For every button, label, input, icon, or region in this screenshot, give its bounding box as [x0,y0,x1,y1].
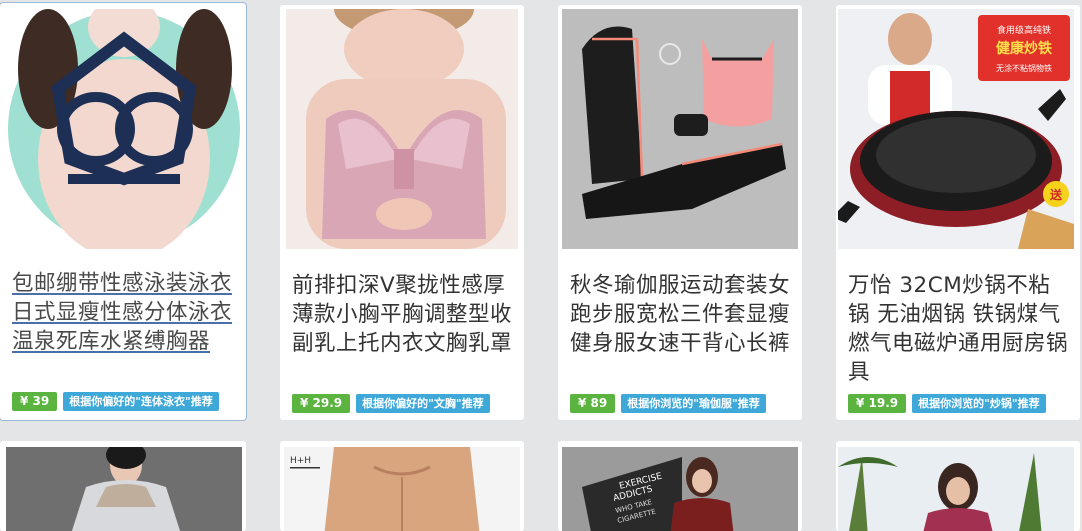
product-title[interactable]: 秋冬瑜伽服运动套装女跑步服宽松三件套显瘦健身服女速干背心长裤 [570,271,790,358]
yoga-set-photo [562,9,798,249]
fashion-street-photo: EXERCISE ADDICTS WHO TAKE CIGARETTE [562,447,798,531]
product-title[interactable]: 包邮绷带性感泳装泳衣日式显瘦性感分体泳衣温泉死库水紧缚胸器 [12,269,234,356]
price-badge: ¥ 39 [12,392,58,411]
recommend-reason-badge: 根据你偏好的"连体泳衣"推荐 [63,392,219,411]
product-image[interactable] [8,9,240,249]
swimsuit-photo [8,9,240,249]
wok-badge-text: 送 [1049,187,1063,202]
wok-photo: 食用级高纯铁 健康炒铁 无涂不粘锅物铁 送 [838,9,1074,249]
recommend-reason-badge: 根据你浏览的"瑜伽服"推荐 [621,394,766,413]
beach-outfit-photo [838,447,1074,531]
coat-photo [6,447,242,531]
product-title[interactable]: 前排扣深V聚拢性感厚薄款小胸平胸调整型收副乳上托内衣文胸乳罩 [292,271,512,358]
product-card-8[interactable] [836,441,1080,531]
price-badge: ¥ 29.9 [292,394,351,413]
price-badge: ¥ 89 [570,394,616,413]
bra-photo [286,9,518,249]
product-card-1[interactable]: 包邮绷带性感泳装泳衣日式显瘦性感分体泳衣温泉死库水紧缚胸器 ¥ 39 根据你偏好… [0,2,247,421]
barcode-text: H+H [290,456,311,466]
product-image[interactable] [562,9,798,249]
wok-ad-line1: 食用级高纯铁 [997,24,1051,36]
product-image[interactable] [286,9,518,249]
product-image[interactable]: EXERCISE ADDICTS WHO TAKE CIGARETTE [562,447,798,531]
wok-ad-line2: 健康炒铁 [996,40,1052,57]
product-image[interactable]: H+H [284,447,520,531]
price-badge: ¥ 19.9 [848,394,907,413]
product-card-5[interactable] [0,441,246,531]
product-title[interactable]: 万怡 32CM炒锅不粘锅 无油烟锅 铁锅煤气燃气电磁炉通用厨房锅具 [848,271,1068,387]
recommend-reason-badge: 根据你偏好的"文胸"推荐 [356,394,490,413]
product-image[interactable] [838,447,1074,531]
product-card-7[interactable]: EXERCISE ADDICTS WHO TAKE CIGARETTE [558,441,802,531]
product-image[interactable]: 食用级高纯铁 健康炒铁 无涂不粘锅物铁 送 [838,9,1074,249]
product-card-6[interactable]: H+H [280,441,524,531]
wok-ad-line3: 无涂不粘锅物铁 [996,63,1052,73]
product-card-4[interactable]: 食用级高纯铁 健康炒铁 无涂不粘锅物铁 送 万怡 32CM炒锅不粘锅 无油烟锅 … [836,5,1080,420]
underwear-model-photo: H+H [284,447,520,531]
product-image[interactable] [6,447,242,531]
recommend-reason-badge: 根据你浏览的"炒锅"推荐 [912,394,1046,413]
product-card-3[interactable]: 秋冬瑜伽服运动套装女跑步服宽松三件套显瘦健身服女速干背心长裤 ¥ 89 根据你浏… [558,5,802,420]
product-card-2[interactable]: 前排扣深V聚拢性感厚薄款小胸平胸调整型收副乳上托内衣文胸乳罩 ¥ 29.9 根据… [280,5,524,420]
